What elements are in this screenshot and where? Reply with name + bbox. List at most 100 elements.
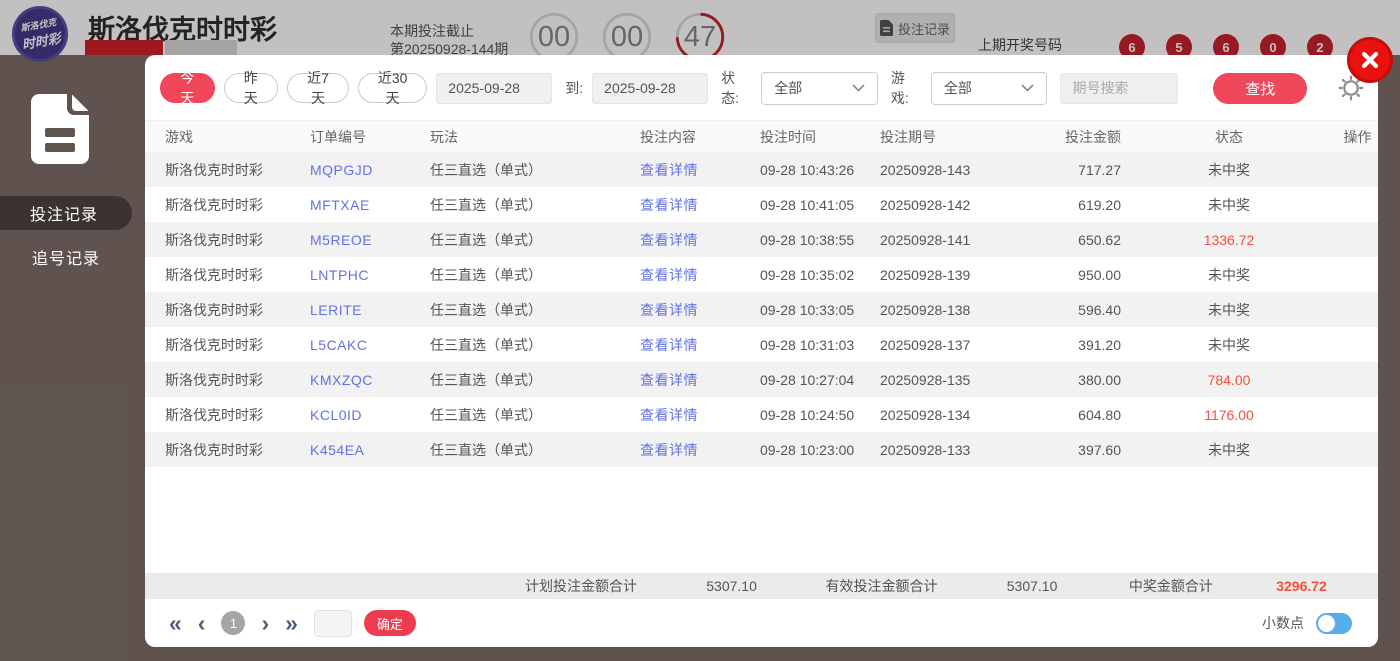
order-number-link[interactable]: LNTPHC bbox=[310, 267, 369, 283]
column-header: 状态 bbox=[1215, 128, 1243, 145]
view-detail-link[interactable]: 查看详情 bbox=[640, 197, 698, 213]
quick-range-button[interactable]: 昨天 bbox=[223, 70, 279, 106]
quick-range-group: 今天 昨天 近7天 近30天 bbox=[160, 70, 428, 106]
cell-game: 斯洛伐克时时彩 bbox=[165, 371, 263, 388]
date-to-input[interactable] bbox=[592, 72, 709, 104]
last-page-button[interactable]: » bbox=[285, 611, 298, 635]
page-jump-input[interactable] bbox=[313, 609, 352, 637]
table-row: 斯洛伐克时时彩 M5REOE 任三直选（单式） 查看详情 09-28 10:38… bbox=[145, 222, 1378, 257]
order-number-link[interactable]: MFTXAE bbox=[310, 197, 370, 213]
cell-amount: 950.00 bbox=[1078, 266, 1121, 283]
order-number-link[interactable]: KCL0ID bbox=[310, 407, 362, 423]
cell-period: 20250928-135 bbox=[880, 371, 971, 388]
cell-bet-time: 09-28 10:35:02 bbox=[760, 266, 855, 283]
first-page-button[interactable]: « bbox=[169, 611, 182, 635]
order-number-link[interactable]: L5CAKC bbox=[310, 337, 367, 353]
cell-period: 20250928-143 bbox=[880, 161, 971, 178]
cell-game: 斯洛伐克时时彩 bbox=[165, 161, 263, 178]
cell-game: 斯洛伐克时时彩 bbox=[165, 406, 263, 423]
current-page-indicator[interactable]: 1 bbox=[221, 611, 246, 635]
cell-play-type: 任三直选（单式） bbox=[430, 231, 542, 248]
cell-period: 20250928-142 bbox=[880, 196, 971, 213]
cell-amount: 717.27 bbox=[1078, 161, 1121, 178]
view-detail-link[interactable]: 查看详情 bbox=[640, 372, 698, 388]
pagination-bar: « ‹ 1 › » 确定 小数点 bbox=[145, 599, 1378, 647]
table-row: 斯洛伐克时时彩 LERITE 任三直选（单式） 查看详情 09-28 10:33… bbox=[145, 292, 1378, 327]
period-search-input[interactable] bbox=[1060, 72, 1179, 104]
cell-status: 1336.72 bbox=[1203, 231, 1255, 248]
order-number-link[interactable]: KMXZQC bbox=[310, 372, 373, 388]
close-icon bbox=[1361, 51, 1379, 69]
game-select[interactable]: 全部 bbox=[930, 71, 1048, 105]
table-row: 斯洛伐克时时彩 LNTPHC 任三直选（单式） 查看详情 09-28 10:35… bbox=[145, 257, 1378, 292]
page-confirm-button[interactable]: 确定 bbox=[363, 610, 416, 636]
sidebar-item-1[interactable]: 追号记录 bbox=[0, 240, 132, 274]
win-total-value: 3296.72 bbox=[1276, 578, 1327, 594]
status-select[interactable]: 全部 bbox=[761, 71, 878, 105]
cell-play-type: 任三直选（单式） bbox=[430, 406, 542, 423]
table-body: 斯洛伐克时时彩 MQPGJD 任三直选（单式） 查看详情 09-28 10:43… bbox=[145, 152, 1378, 467]
cell-status: 未中奖 bbox=[1208, 196, 1250, 213]
bet-records-modal: 今天昨天近7天近30天 到: 状态: 全部 游戏: 全部 查找 bbox=[145, 55, 1378, 647]
column-header: 游戏 bbox=[165, 128, 193, 145]
column-header: 投注时间 bbox=[760, 128, 816, 145]
decimal-toggle-switch[interactable] bbox=[1316, 612, 1352, 634]
cell-period: 20250928-138 bbox=[880, 301, 971, 318]
column-header: 玩法 bbox=[430, 128, 458, 145]
table-header-row: 游戏 订单编号 玩法 投注内容 投注时间 投注期号 投注金额 状态 操作 bbox=[145, 120, 1378, 152]
view-detail-link[interactable]: 查看详情 bbox=[640, 232, 698, 248]
cell-amount: 596.40 bbox=[1078, 301, 1121, 318]
cell-bet-time: 09-28 10:23:00 bbox=[760, 441, 855, 458]
cell-play-type: 任三直选（单式） bbox=[430, 371, 542, 388]
close-modal-button[interactable] bbox=[1347, 37, 1393, 83]
view-detail-link[interactable]: 查看详情 bbox=[640, 442, 698, 458]
column-header: 操作 bbox=[1343, 128, 1372, 145]
order-number-link[interactable]: M5REOE bbox=[310, 232, 372, 248]
search-button[interactable]: 查找 bbox=[1213, 72, 1307, 104]
quick-range-button[interactable]: 今天 bbox=[160, 70, 215, 106]
cell-period: 20250928-137 bbox=[880, 336, 971, 353]
view-detail-link[interactable]: 查看详情 bbox=[640, 407, 698, 423]
planned-total-value: 5307.10 bbox=[706, 578, 757, 594]
planned-total-label: 计划投注金额合计 bbox=[525, 578, 637, 594]
cell-game: 斯洛伐克时时彩 bbox=[165, 301, 263, 318]
cell-bet-time: 09-28 10:31:03 bbox=[760, 336, 855, 353]
sidebar-item-0[interactable]: 投注记录 bbox=[0, 196, 132, 230]
game-label: 游戏: bbox=[890, 70, 909, 106]
summary-bar: 计划投注金额合计 5307.10 有效投注金额合计 5307.10 中奖金额合计… bbox=[145, 573, 1378, 599]
records-sidebar: 投注记录 追号记录 bbox=[0, 55, 145, 661]
cell-status: 未中奖 bbox=[1208, 161, 1250, 178]
table-row: 斯洛伐克时时彩 K454EA 任三直选（单式） 查看详情 09-28 10:23… bbox=[145, 432, 1378, 467]
order-number-link[interactable]: MQPGJD bbox=[310, 162, 373, 178]
column-header: 投注内容 bbox=[640, 128, 696, 145]
cell-play-type: 任三直选（单式） bbox=[430, 301, 542, 318]
cell-game: 斯洛伐克时时彩 bbox=[165, 441, 263, 458]
quick-range-button[interactable]: 近7天 bbox=[287, 70, 349, 106]
cell-status: 未中奖 bbox=[1208, 301, 1250, 318]
cell-status: 未中奖 bbox=[1208, 441, 1250, 458]
date-from-input[interactable] bbox=[436, 72, 553, 104]
quick-range-button[interactable]: 近30天 bbox=[357, 70, 428, 106]
cell-play-type: 任三直选（单式） bbox=[430, 266, 542, 283]
order-number-link[interactable]: K454EA bbox=[310, 442, 364, 458]
cell-period: 20250928-133 bbox=[880, 441, 971, 458]
view-detail-link[interactable]: 查看详情 bbox=[640, 267, 698, 283]
cell-play-type: 任三直选（单式） bbox=[430, 336, 542, 353]
view-detail-link[interactable]: 查看详情 bbox=[640, 302, 698, 318]
view-detail-link[interactable]: 查看详情 bbox=[640, 162, 698, 178]
filter-bar: 今天昨天近7天近30天 到: 状态: 全部 游戏: 全部 查找 bbox=[145, 55, 1378, 120]
order-number-link[interactable]: LERITE bbox=[310, 302, 362, 318]
next-page-button[interactable]: › bbox=[261, 611, 269, 635]
view-detail-link[interactable]: 查看详情 bbox=[640, 337, 698, 353]
prev-page-button[interactable]: ‹ bbox=[198, 611, 206, 635]
valid-total-value: 5307.10 bbox=[1006, 578, 1058, 594]
cell-game: 斯洛伐克时时彩 bbox=[165, 231, 263, 248]
bet-record-icon bbox=[31, 94, 89, 164]
status-label: 状态: bbox=[721, 70, 740, 106]
cell-play-type: 任三直选（单式） bbox=[430, 196, 542, 213]
cell-status: 784.00 bbox=[1207, 371, 1251, 388]
valid-total-label: 有效投注金额合计 bbox=[825, 578, 938, 594]
chevron-down-icon bbox=[1021, 84, 1035, 92]
to-label: 到: bbox=[565, 80, 584, 96]
cell-amount: 619.20 bbox=[1078, 196, 1121, 213]
